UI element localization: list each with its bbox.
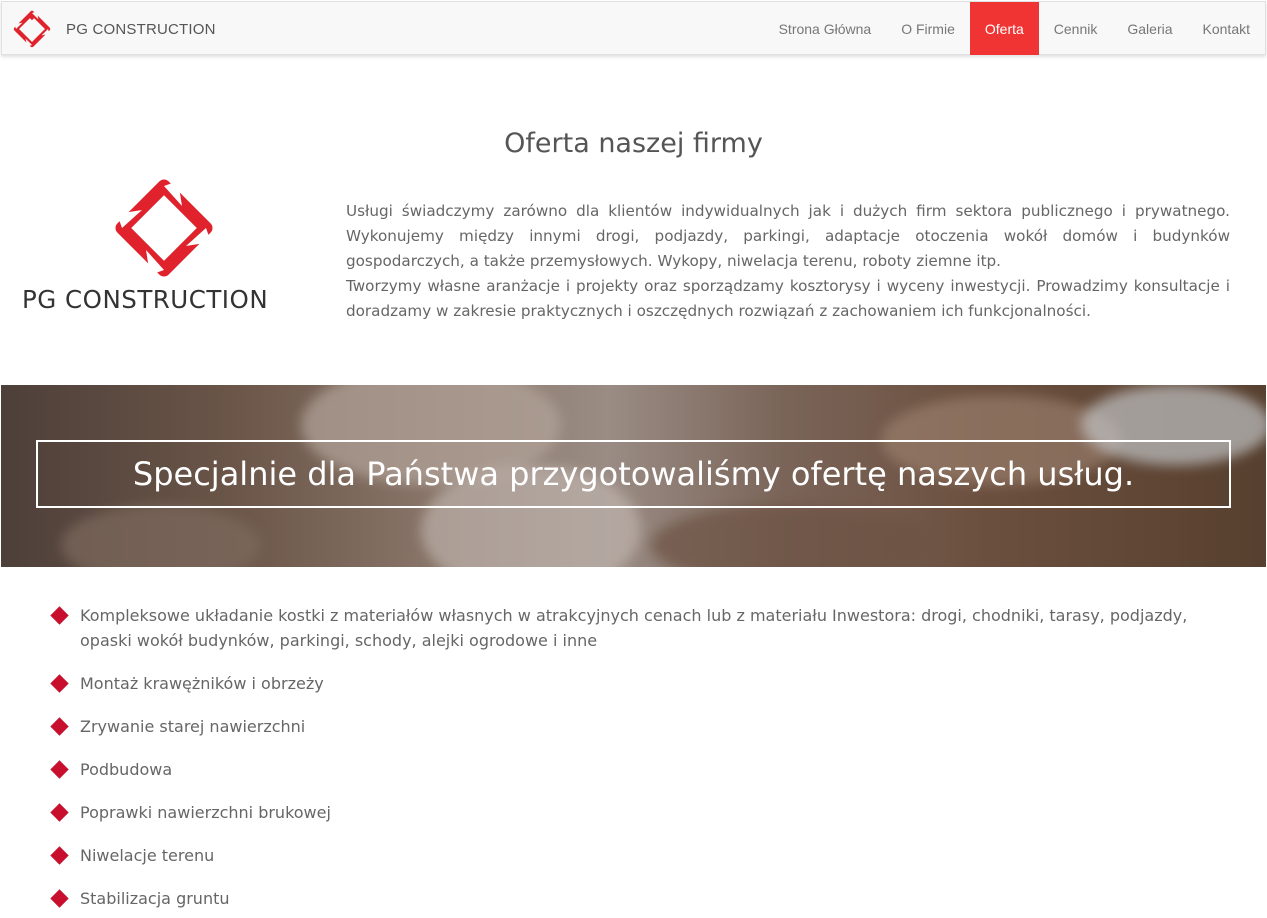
diamond-bullet-icon bbox=[50, 803, 69, 822]
logo-text: PG CONSTRUCTION bbox=[22, 285, 269, 314]
list-item: Montaż krawężników i obrzeży bbox=[48, 671, 1228, 696]
offer-banner: Specjalnie dla Państwa przygotowaliśmy o… bbox=[1, 385, 1266, 567]
brand-name: PG CONSTRUCTION bbox=[66, 20, 216, 38]
nav-item-kontakt[interactable]: Kontakt bbox=[1188, 2, 1265, 55]
service-label: Niwelacje terenu bbox=[80, 846, 215, 865]
nav-item-cennik[interactable]: Cennik bbox=[1039, 2, 1113, 55]
page-title: Oferta naszej firmy bbox=[504, 128, 763, 159]
nav-item-galeria[interactable]: Galeria bbox=[1112, 2, 1187, 55]
service-label: Stabilizacja gruntu bbox=[80, 889, 230, 908]
intro-text: Usługi świadczymy zarówno dla klientów i… bbox=[346, 199, 1230, 324]
pg-diamond-logo-icon bbox=[13, 10, 51, 48]
intro-paragraph: Tworzymy własne aranżacje i projekty ora… bbox=[346, 277, 1230, 320]
diamond-bullet-icon bbox=[50, 889, 69, 908]
service-label: Zrywanie starej nawierzchni bbox=[80, 717, 306, 736]
list-item: Stabilizacja gruntu bbox=[48, 886, 1228, 911]
list-item: Poprawki nawierzchni brukowej bbox=[48, 800, 1228, 825]
list-item: Niwelacje terenu bbox=[48, 843, 1228, 868]
diamond-bullet-icon bbox=[50, 846, 69, 865]
intro-paragraph: Usługi świadczymy zarówno dla klientów i… bbox=[346, 202, 1230, 270]
nav-item-oferta[interactable]: Oferta bbox=[969, 2, 1039, 55]
diamond-bullet-icon bbox=[50, 760, 69, 779]
service-label: Montaż krawężników i obrzeży bbox=[80, 674, 324, 693]
pg-construction-logo-icon bbox=[115, 179, 213, 277]
banner-frame: Specjalnie dla Państwa przygotowaliśmy o… bbox=[36, 440, 1231, 508]
services-list: Kompleksowe układanie kostki z materiałó… bbox=[48, 603, 1228, 918]
banner-text: Specjalnie dla Państwa przygotowaliśmy o… bbox=[132, 455, 1135, 493]
list-item: Podbudowa bbox=[48, 757, 1228, 782]
service-label: Poprawki nawierzchni brukowej bbox=[80, 803, 331, 822]
service-label: Podbudowa bbox=[80, 760, 173, 779]
list-item: Zrywanie starej nawierzchni bbox=[48, 714, 1228, 739]
diamond-bullet-icon bbox=[50, 674, 69, 693]
list-item: Kompleksowe układanie kostki z materiałó… bbox=[48, 603, 1228, 653]
diamond-bullet-icon bbox=[50, 717, 69, 736]
top-navbar: PG CONSTRUCTION Strona Główna O Firmie O… bbox=[1, 1, 1266, 55]
service-label: Kompleksowe układanie kostki z materiałó… bbox=[80, 606, 1188, 650]
main-nav: Strona Główna O Firmie Oferta Cennik Gal… bbox=[764, 2, 1265, 55]
nav-item-strona-glowna[interactable]: Strona Główna bbox=[764, 2, 887, 55]
diamond-bullet-icon bbox=[50, 606, 69, 625]
brand-link[interactable]: PG CONSTRUCTION bbox=[12, 8, 216, 50]
nav-item-o-firmie[interactable]: O Firmie bbox=[886, 2, 970, 55]
